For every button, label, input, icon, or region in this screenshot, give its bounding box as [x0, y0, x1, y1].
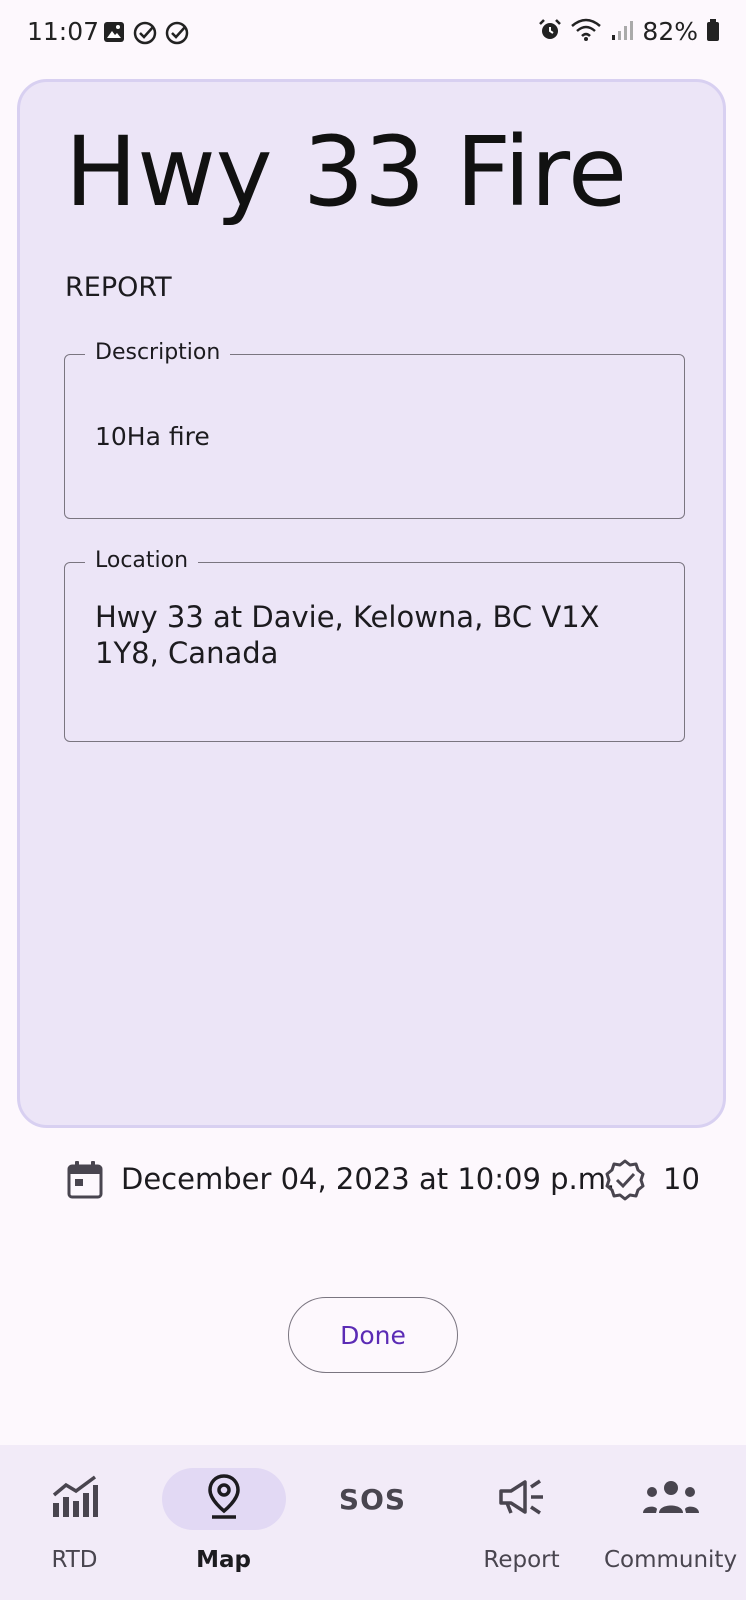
chart-icon: [51, 1475, 99, 1523]
check-circle-icon: [165, 21, 189, 49]
description-value: 10Ha fire: [95, 422, 210, 451]
calendar-icon: [66, 1160, 104, 1204]
nav-item-report[interactable]: Report: [447, 1445, 596, 1600]
map-pin-icon: [206, 1473, 242, 1525]
battery-percent: 82%: [642, 17, 698, 46]
nav-label-report: Report: [483, 1547, 560, 1573]
incident-title: Hwy 33 Fire: [65, 116, 628, 228]
status-bar: 11:07 82%: [0, 0, 746, 68]
incident-card: Hwy 33 Fire REPORT Description 10Ha fire…: [17, 79, 726, 1128]
nav-label-rtd: RTD: [51, 1547, 98, 1573]
nav-item-sos[interactable]: SOS: [298, 1445, 447, 1600]
nav-label-community: Community: [603, 1547, 738, 1573]
location-field[interactable]: Location Hwy 33 at Davie, Kelowna, BC V1…: [64, 548, 685, 742]
nav-item-community[interactable]: Community: [596, 1445, 745, 1600]
signal-icon: [610, 18, 634, 46]
image-icon: [103, 21, 125, 49]
description-field[interactable]: Description 10Ha fire: [64, 340, 685, 519]
verified-count: 10: [663, 1162, 700, 1196]
verified-icon: [603, 1158, 647, 1206]
group-icon: [641, 1479, 701, 1519]
location-label: Location: [85, 548, 199, 573]
section-label: REPORT: [65, 272, 172, 303]
nav-label-map: Map: [196, 1547, 251, 1573]
bottom-nav: RTD Map SOS Report Community: [0, 1445, 746, 1600]
done-button[interactable]: Done: [288, 1297, 458, 1373]
status-time: 11:07: [27, 17, 100, 46]
megaphone-icon: [497, 1477, 547, 1521]
nav-item-rtd[interactable]: RTD: [0, 1445, 149, 1600]
meta-row: December 04, 2023 at 10:09 p.m. 10: [66, 1158, 706, 1202]
nav-item-map[interactable]: Map: [149, 1445, 298, 1600]
wifi-icon: [570, 18, 602, 46]
report-date: December 04, 2023 at 10:09 p.m.: [121, 1162, 616, 1196]
description-label: Description: [85, 340, 231, 365]
location-value: Hwy 33 at Davie, Kelowna, BC V1X 1Y8, Ca…: [95, 600, 600, 670]
sos-icon: SOS: [338, 1482, 407, 1516]
battery-icon: [706, 18, 720, 46]
alarm-icon: [538, 18, 562, 46]
check-circle-icon: [133, 21, 157, 49]
